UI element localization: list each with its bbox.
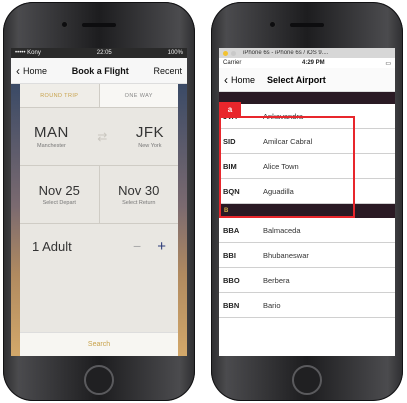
- annotation-label: a: [219, 102, 241, 116]
- airport-name: Ankavandra: [263, 111, 304, 121]
- passenger-stepper: 1 Adult − +: [20, 224, 178, 268]
- battery-label: 100%: [167, 50, 183, 56]
- time-label: 4:29 PM: [301, 60, 325, 66]
- recent-button[interactable]: Recent: [153, 66, 182, 76]
- left-phone-frame: ••••• Kony 22:05 100% ‹ Home Book a Flig…: [3, 2, 195, 401]
- simulator-title: iPhone 6s - iPhone 6s / iOS 9....: [243, 50, 329, 56]
- airport-name: Alice Town: [263, 161, 299, 171]
- camera-icon: [61, 21, 68, 28]
- airport-code: SID: [223, 136, 236, 146]
- page-title: Book a Flight: [71, 65, 129, 76]
- airport-code: BBO: [223, 275, 240, 285]
- list-item[interactable]: BBA Balmaceda: [219, 218, 395, 243]
- left-screen: ••••• Kony 22:05 100% ‹ Home Book a Flig…: [11, 48, 187, 356]
- camera-icon: [269, 21, 276, 28]
- depart-date-value: Nov 25: [38, 183, 80, 198]
- stage: ••••• Kony 22:05 100% ‹ Home Book a Flig…: [0, 0, 407, 403]
- chevron-left-icon: ‹: [16, 63, 20, 78]
- airport-code: BBN: [223, 300, 240, 310]
- booking-panel: ROUND TRIP ONE WAY MAN Manchester ⇄ JFK …: [20, 84, 178, 356]
- carrier-label: ••••• Kony: [15, 50, 41, 56]
- minus-button[interactable]: −: [133, 238, 141, 254]
- route-selector: MAN Manchester ⇄ JFK New York: [20, 108, 178, 166]
- back-label: Home: [23, 65, 48, 76]
- status-bar: ••••• Kony 22:05 100%: [11, 48, 187, 58]
- airport-name: Bario: [263, 300, 281, 310]
- back-button[interactable]: ‹ Home: [224, 74, 255, 86]
- right-screen: iPhone 6s - iPhone 6s / iOS 9.... Carrie…: [219, 48, 395, 356]
- airport-list: A JVA Ankavandra SID Amilcar Cabral BIM …: [219, 92, 395, 318]
- airport-name: Bhubaneswar: [263, 250, 309, 260]
- airport-code: BBI: [223, 250, 236, 260]
- destination-city: New York: [138, 143, 162, 149]
- time-label: 22:05: [96, 50, 112, 56]
- speaker-grille: [82, 23, 116, 27]
- airport-name: Aguadilla: [263, 186, 294, 196]
- passenger-count: 1 Adult: [32, 238, 72, 254]
- nav-bar: ‹ Home Select Airport: [219, 68, 395, 92]
- home-button[interactable]: [84, 365, 114, 395]
- tab-round-trip[interactable]: ROUND TRIP: [20, 84, 99, 107]
- depart-date-label: Select Depart: [42, 200, 76, 206]
- simulator-title-bar: iPhone 6s - iPhone 6s / iOS 9....: [219, 48, 395, 58]
- status-bar: Carrier 4:29 PM ▭: [219, 58, 395, 68]
- right-phone-frame: iPhone 6s - iPhone 6s / iOS 9.... Carrie…: [211, 2, 403, 401]
- list-item[interactable]: JVA Ankavandra: [219, 104, 395, 129]
- swap-icon[interactable]: ⇄: [97, 130, 107, 144]
- airport-code: BQN: [223, 186, 240, 196]
- chevron-left-icon: ‹: [224, 72, 228, 87]
- nav-bar: ‹ Home Book a Flight Recent: [11, 58, 187, 84]
- list-item[interactable]: BIM Alice Town: [219, 154, 395, 179]
- speaker-grille: [290, 23, 324, 27]
- destination-airport[interactable]: JFK New York: [136, 124, 164, 149]
- origin-airport[interactable]: MAN Manchester: [34, 124, 69, 149]
- back-button[interactable]: ‹ Home: [16, 65, 47, 77]
- list-item[interactable]: BQN Aguadilla: [219, 179, 395, 204]
- battery-icon: ▭: [385, 60, 391, 67]
- return-date[interactable]: Nov 30 Select Return: [98, 166, 179, 223]
- home-button[interactable]: [292, 365, 322, 395]
- return-date-value: Nov 30: [118, 183, 160, 198]
- date-selector: Nov 25 Select Depart Nov 30 Select Retur…: [20, 166, 178, 224]
- minimize-icon[interactable]: [223, 50, 228, 56]
- list-item[interactable]: BBI Bhubaneswar: [219, 243, 395, 268]
- airport-code: BIM: [223, 161, 237, 171]
- trip-type-tabs: ROUND TRIP ONE WAY: [20, 84, 178, 108]
- origin-city: Manchester: [37, 143, 66, 149]
- section-header-b: B: [219, 204, 395, 218]
- return-date-label: Select Return: [122, 200, 156, 206]
- destination-code: JFK: [135, 124, 164, 141]
- zoom-icon[interactable]: [231, 50, 236, 56]
- section-header-a: A: [219, 92, 395, 104]
- page-title: Select Airport: [267, 74, 326, 85]
- origin-code: MAN: [34, 124, 69, 141]
- back-label: Home: [231, 74, 256, 85]
- list-item[interactable]: BBN Bario: [219, 293, 395, 318]
- tab-one-way[interactable]: ONE WAY: [98, 84, 178, 107]
- airport-name: Balmaceda: [263, 225, 301, 235]
- depart-date[interactable]: Nov 25 Select Depart: [20, 166, 99, 223]
- airport-name: Amilcar Cabral: [263, 136, 313, 146]
- plus-button[interactable]: +: [157, 238, 166, 255]
- list-item[interactable]: SID Amilcar Cabral: [219, 129, 395, 154]
- airport-name: Berbera: [263, 275, 290, 285]
- list-item[interactable]: BBO Berbera: [219, 268, 395, 293]
- search-button[interactable]: Search: [20, 332, 178, 356]
- carrier-label: Carrier: [223, 60, 242, 66]
- airport-code: BBA: [223, 225, 240, 235]
